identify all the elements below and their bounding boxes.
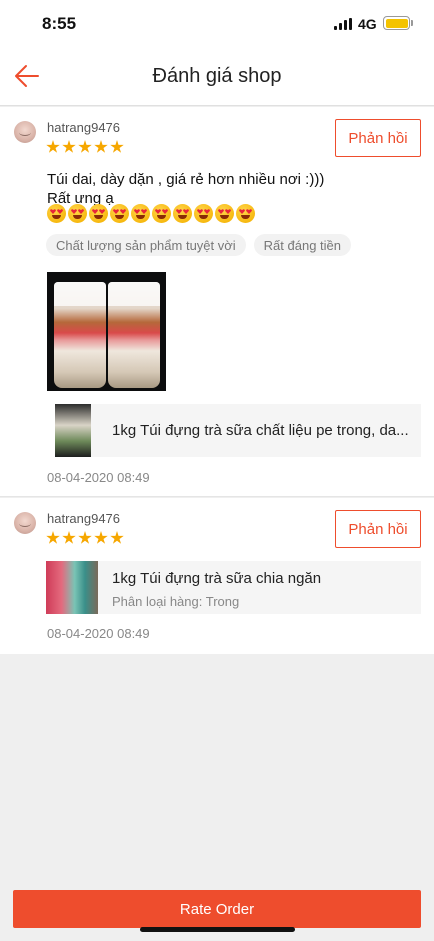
product-title: 1kg Túi đựng trà sữa chất liệu pe trong,… [112,422,409,439]
nav-bar: Đánh giá shop [0,48,434,106]
bubble-tea-cup [108,282,160,388]
star-icon [46,140,60,153]
review-username: hatrang9476 [47,120,121,135]
rating-stars [46,531,124,547]
heart-eyes-emoji-icon [68,204,87,223]
star-icon [94,140,108,153]
product-card[interactable]: 1kg Túi đựng trà sữa chất liệu pe trong,… [55,404,421,457]
review-timestamp: 08-04-2020 08:49 [47,470,150,485]
review-tags: Chất lượng sản phẩm tuyệt vời Rất đáng t… [46,234,352,256]
star-icon [78,531,92,544]
star-icon [110,140,124,153]
rating-stars [46,140,124,156]
reply-button[interactable]: Phản hồi [335,119,421,157]
product-card[interactable]: 1kg Túi đựng trà sữa chia ngăn Phân loại… [46,561,421,614]
review-tag: Chất lượng sản phẩm tuyệt vời [46,234,246,256]
heart-eyes-emoji-icon [173,204,192,223]
star-icon [110,531,124,544]
status-bar: 8:55 4G [0,0,434,48]
heart-eyes-emoji-icon [47,204,66,223]
heart-eyes-emoji-icon [236,204,255,223]
review-photo[interactable] [47,272,166,391]
heart-eyes-emoji-icon [152,204,171,223]
heart-eyes-emoji-icon [131,204,150,223]
star-icon [78,140,92,153]
avatar[interactable] [14,121,36,143]
product-variant: Phân loại hàng: Trong [112,594,240,609]
emoji-row [47,204,255,223]
product-thumbnail [55,404,91,457]
home-indicator [140,927,295,932]
heart-eyes-emoji-icon [110,204,129,223]
review-tag: Rất đáng tiền [253,234,352,256]
reply-button[interactable]: Phản hồi [335,510,421,548]
review-timestamp: 08-04-2020 08:49 [47,626,150,641]
status-time: 8:55 [42,14,77,33]
review-card: hatrang9476 Phản hồi 1kg Túi đựng trà sữ… [0,498,434,654]
star-icon [46,531,60,544]
battery-tip [411,20,413,26]
heart-eyes-emoji-icon [215,204,234,223]
avatar[interactable] [14,512,36,534]
rate-order-button[interactable]: Rate Order [13,890,421,928]
page-title: Đánh giá shop [152,65,282,87]
battery-icon [383,16,410,30]
network-type: 4G [358,16,377,32]
product-title: 1kg Túi đựng trà sữa chia ngăn [112,570,322,587]
star-icon [62,140,76,153]
bubble-tea-cup [54,282,106,388]
review-text-line: Túi dai, dày dặn , giá rẻ hơn nhiều nơi … [47,171,325,188]
heart-eyes-emoji-icon [194,204,213,223]
product-thumbnail [46,561,98,614]
heart-eyes-emoji-icon [89,204,108,223]
star-icon [62,531,76,544]
review-text: Túi dai, dày dặn , giá rẻ hơn nhiều nơi … [47,170,324,208]
signal-icon [334,18,352,30]
review-card: hatrang9476 Phản hồi Túi dai, dày dặn , … [0,107,434,497]
star-icon [94,531,108,544]
review-username: hatrang9476 [47,511,121,526]
